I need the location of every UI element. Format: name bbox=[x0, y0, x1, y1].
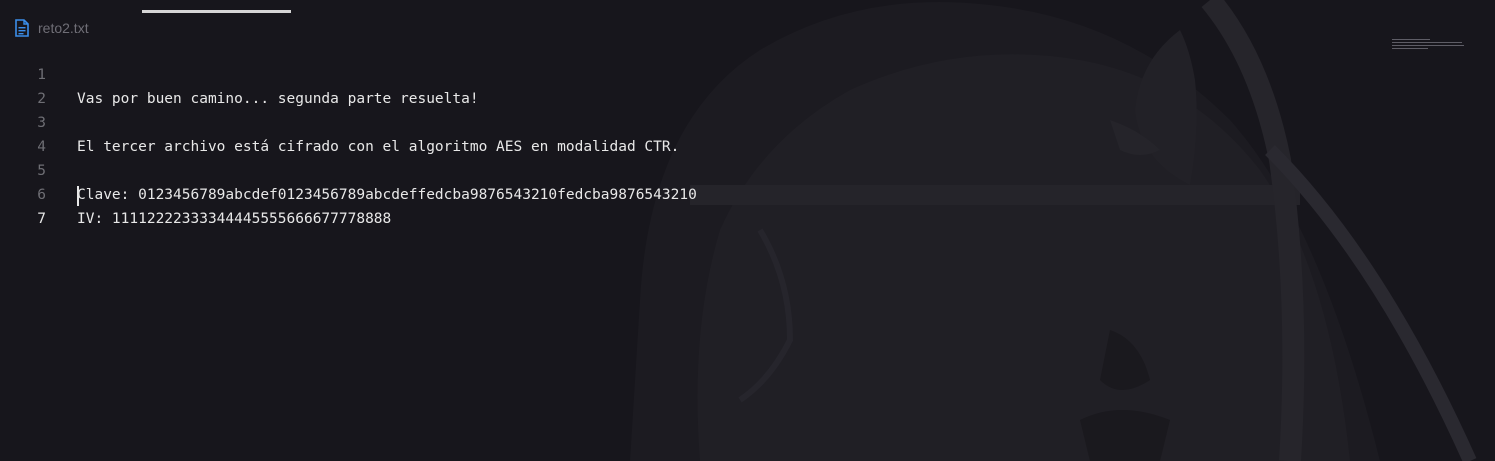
code-line[interactable]: 6 IV: 11112222333344445555666677778888 bbox=[0, 159, 391, 227]
code-line[interactable]: 4 bbox=[0, 111, 52, 155]
minimap-line bbox=[1392, 39, 1430, 40]
text-cursor bbox=[77, 186, 79, 206]
code-area[interactable]: 1 Vas por buen camino... segunda parte r… bbox=[0, 39, 697, 227]
active-tab-indicator bbox=[142, 10, 291, 13]
minimap[interactable] bbox=[1392, 39, 1467, 53]
tab-strip-glyphs: ·· ·· bbox=[40, 0, 173, 4]
minimap-line bbox=[1392, 45, 1464, 46]
code-line-active[interactable]: 7 bbox=[0, 183, 79, 227]
editor-window: ·· ·· reto2.txt 1 Vas por buen camino...… bbox=[0, 0, 1495, 461]
breadcrumb-file-name[interactable]: reto2.txt bbox=[38, 20, 89, 36]
code-line[interactable]: 3 El tercer archivo está cifrado con el … bbox=[0, 87, 679, 155]
code-line[interactable]: 2 bbox=[0, 63, 52, 107]
line-number-active: 7 bbox=[37, 211, 46, 227]
breadcrumb[interactable]: reto2.txt bbox=[14, 18, 89, 38]
minimap-line bbox=[1392, 48, 1428, 49]
minimap-line bbox=[1392, 42, 1462, 43]
code-line[interactable]: 5 Clave: 0123456789abcdef0123456789abcde… bbox=[0, 135, 697, 203]
line-text[interactable]: El tercer archivo está cifrado con el al… bbox=[77, 135, 679, 159]
line-text[interactable]: IV: 11112222333344445555666677778888 bbox=[77, 207, 391, 231]
line-text[interactable]: Vas por buen camino... segunda parte res… bbox=[77, 87, 479, 111]
line-text[interactable]: Clave: 0123456789abcdef0123456789abcdeff… bbox=[77, 183, 697, 207]
code-line[interactable]: 1 Vas por buen camino... segunda parte r… bbox=[0, 39, 478, 107]
file-text-icon bbox=[15, 19, 29, 37]
